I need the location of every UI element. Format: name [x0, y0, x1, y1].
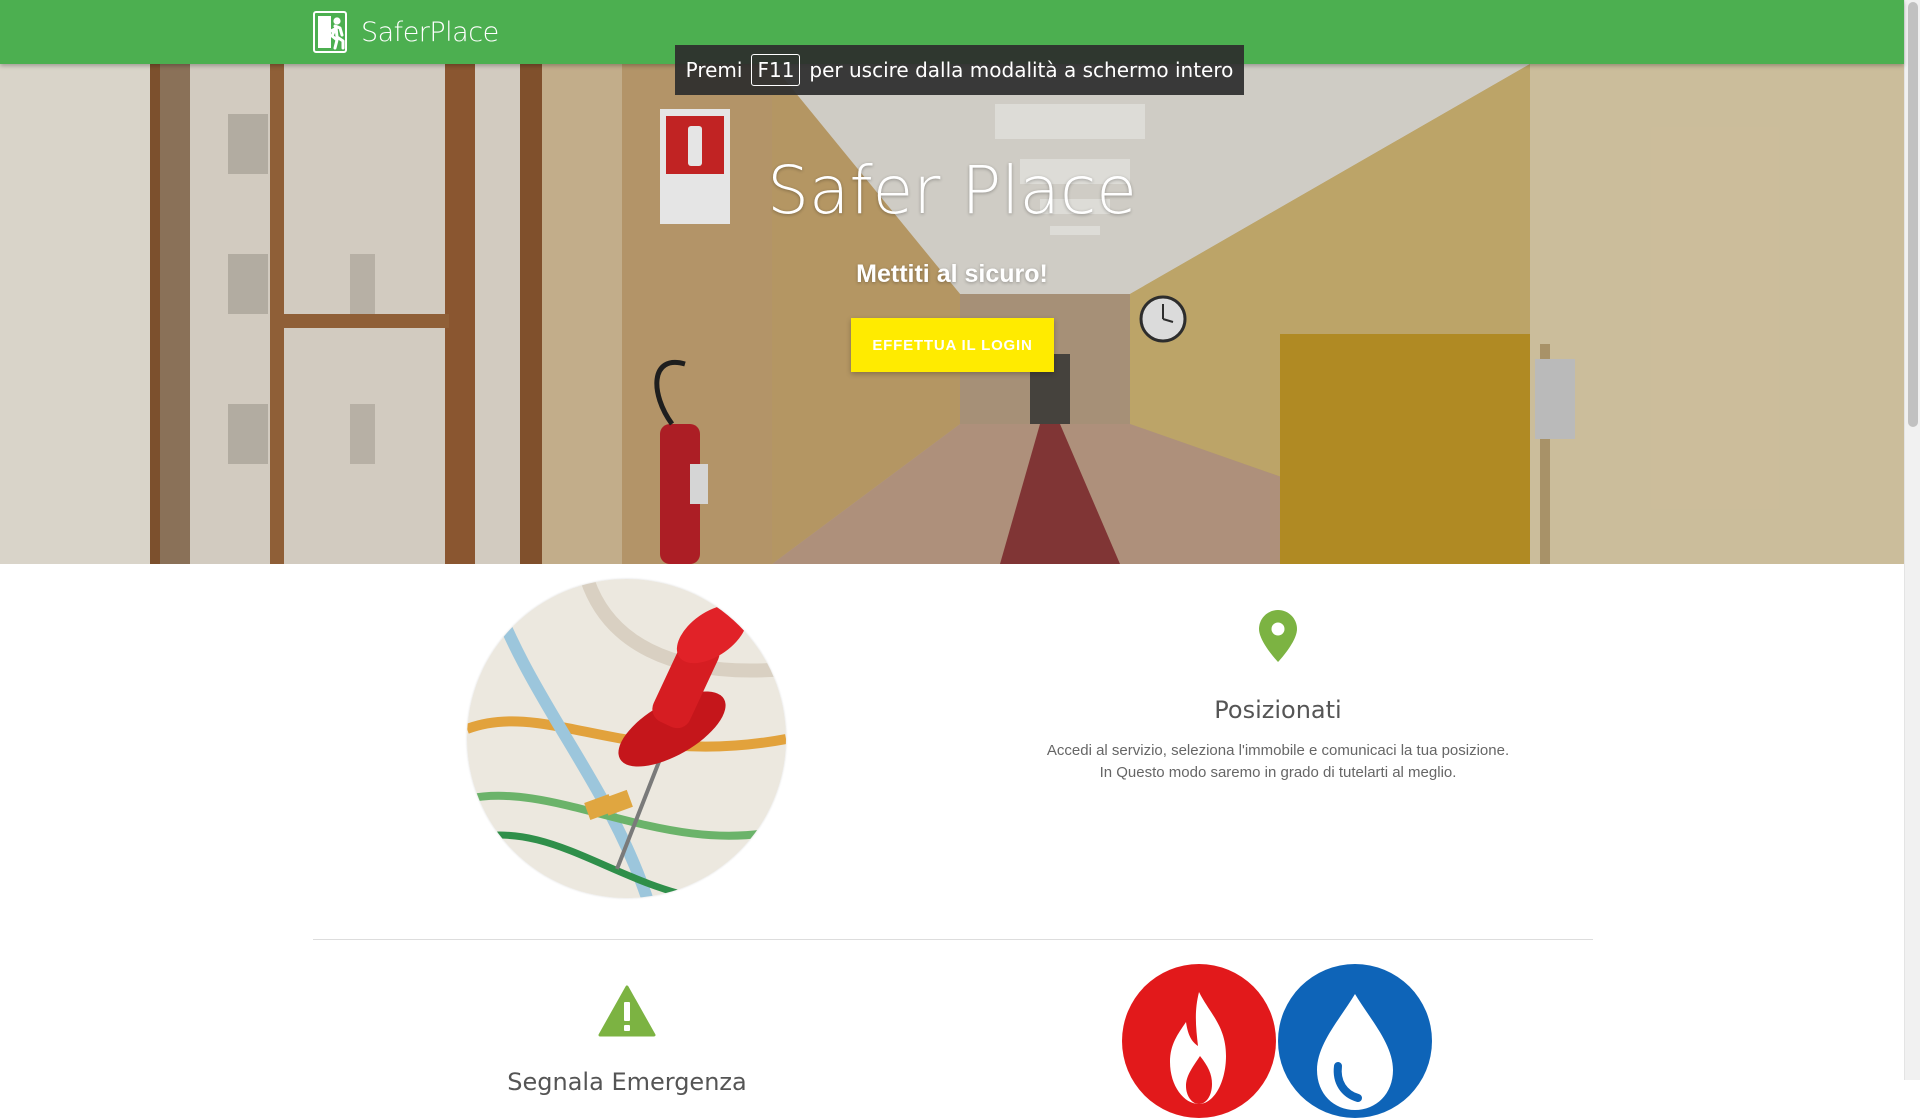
water-drop-icon [1317, 994, 1393, 1110]
water-image [1278, 964, 1432, 1118]
login-button[interactable]: EFFETTUA IL LOGIN [851, 318, 1054, 372]
hero-overlay [0, 64, 1904, 564]
brand-link[interactable]: SaferPlace [313, 10, 499, 54]
brand-name: SaferPlace [361, 16, 499, 48]
warning-triangle-icon [598, 985, 656, 1037]
page-scrollbar[interactable] [1904, 0, 1920, 1080]
fullscreen-notice: Premi F11 per uscire dalla modalità a sc… [675, 45, 1244, 95]
emergency-exit-icon [313, 11, 347, 53]
fire-icon [1170, 992, 1226, 1104]
feature-title-posizionati: Posizionati [1214, 696, 1342, 724]
feature-text-posizionati-line2: In Questo modo saremo in grado di tutela… [1099, 764, 1457, 781]
fire-image [1122, 964, 1276, 1118]
map-pushpin-photo [467, 579, 786, 898]
fullscreen-notice-before: Premi [685, 58, 743, 82]
hero-title: Safer Place [767, 152, 1137, 229]
scrollbar-thumb[interactable] [1908, 2, 1918, 427]
location-pin-icon [1259, 610, 1297, 662]
section-divider [313, 939, 1593, 940]
hero-subtitle: Mettiti al sicuro! [856, 260, 1048, 288]
fullscreen-notice-after: per uscire dalla modalità a schermo inte… [809, 58, 1234, 82]
feature-title-emergenza: Segnala Emergenza [507, 1068, 747, 1096]
fullscreen-key: F11 [751, 54, 801, 86]
hero-section: Safer Place Mettiti al sicuro! EFFETTUA … [0, 64, 1904, 564]
feature-text-posizionati-line1: Accedi al servizio, seleziona l'immobile… [1046, 742, 1510, 759]
